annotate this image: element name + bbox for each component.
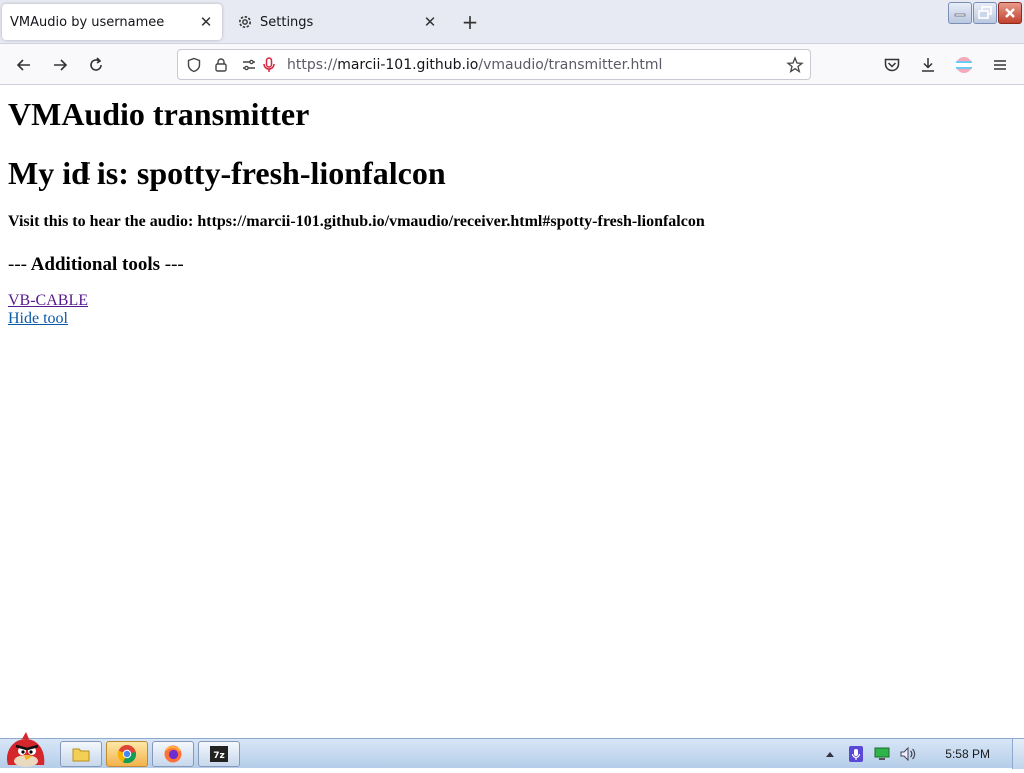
show-hidden-icons-icon[interactable] [819, 743, 841, 765]
url-text[interactable]: https://marcii-101.github.io/vmaudio/tra… [287, 57, 662, 73]
svg-text:7z: 7z [213, 751, 225, 761]
chrome-icon [117, 745, 137, 764]
pocket-icon [884, 58, 900, 72]
address-bar[interactable]: https://marcii-101.github.io/vmaudio/tra… [177, 49, 811, 80]
additional-tools-heading: --- Additional tools --- [8, 254, 184, 276]
taskbar-7zip[interactable]: 7z [198, 741, 240, 767]
id-heading: My id is: spotty-fresh-lionfalcon [8, 155, 446, 191]
minimize-button[interactable] [948, 2, 972, 24]
close-tab-icon[interactable]: ✕ [194, 10, 218, 34]
tab-settings[interactable]: Settings ✕ [228, 4, 446, 40]
permissions-icon[interactable] [240, 56, 258, 74]
page-content: VMAudio transmitter My id is: spotty-fre… [0, 86, 1024, 738]
reload-icon [90, 57, 102, 71]
tab-vmaudio[interactable]: VMAudio by usernamee ✕ [2, 4, 222, 40]
tab-title: VMAudio by usernamee [10, 14, 165, 30]
taskbar-explorer[interactable] [60, 741, 102, 767]
taskbar: 7z 5:58 PM [0, 732, 1024, 769]
close-window-button[interactable] [998, 2, 1022, 24]
url-path: /vmaudio/transmitter.html [478, 57, 663, 73]
7zip-icon: 7z [210, 746, 228, 762]
system-tray: 5:58 PM [815, 739, 1024, 769]
taskbar-firefox[interactable] [152, 741, 194, 767]
pocket-button[interactable] [879, 52, 905, 78]
heading-label: Additional tools [30, 254, 161, 275]
angry-bird-icon [6, 732, 45, 767]
page-title: VMAudio transmitter [8, 96, 310, 132]
account-button[interactable] [951, 52, 977, 78]
download-icon [922, 58, 934, 72]
hide-tool-link[interactable]: Hide tool [8, 310, 68, 328]
heading-suffix: --- [164, 254, 184, 275]
menu-button[interactable] [987, 52, 1013, 78]
heading-prefix: --- [8, 254, 27, 275]
back-arrow-icon [16, 59, 30, 71]
bookmark-star-icon[interactable] [786, 56, 804, 74]
url-scheme: https:// [287, 57, 338, 73]
reload-button[interactable] [83, 52, 109, 78]
url-host: marcii-101.github.io [337, 57, 479, 73]
clock[interactable]: 5:58 PM [945, 747, 990, 761]
browser-window: VMAudio by usernamee ✕ Settings ✕ + http… [0, 0, 1024, 738]
restore-button[interactable] [973, 2, 997, 24]
microphone-icon[interactable] [260, 56, 278, 74]
avatar-icon [956, 57, 972, 73]
new-tab-button[interactable]: + [458, 10, 482, 34]
back-button[interactable] [11, 52, 37, 78]
microphone-tray-icon[interactable] [845, 743, 867, 765]
start-button[interactable] [2, 731, 50, 769]
downloads-button[interactable] [915, 52, 941, 78]
lock-icon[interactable] [212, 56, 230, 74]
taskbar-chrome[interactable] [106, 741, 148, 767]
visit-instructions: Visit this to hear the audio: https://ma… [8, 213, 705, 230]
show-desktop-button[interactable] [1012, 739, 1024, 769]
gear-icon [236, 13, 254, 31]
text-cursor-icon [84, 162, 90, 180]
window-controls [948, 2, 1022, 24]
forward-button[interactable] [47, 52, 73, 78]
network-icon[interactable] [871, 743, 893, 765]
vb-cable-link[interactable]: VB-CABLE [8, 292, 88, 310]
hamburger-menu-icon [994, 60, 1006, 70]
navigation-bar: https://marcii-101.github.io/vmaudio/tra… [0, 44, 1024, 85]
folder-icon [72, 748, 90, 762]
tab-bar: VMAudio by usernamee ✕ Settings ✕ + [0, 0, 1024, 44]
tab-title: Settings [260, 14, 314, 30]
forward-arrow-icon [54, 59, 68, 71]
volume-icon[interactable] [897, 743, 919, 765]
shield-icon[interactable] [185, 56, 203, 74]
close-tab-icon[interactable]: ✕ [418, 10, 442, 34]
firefox-icon [164, 745, 182, 763]
